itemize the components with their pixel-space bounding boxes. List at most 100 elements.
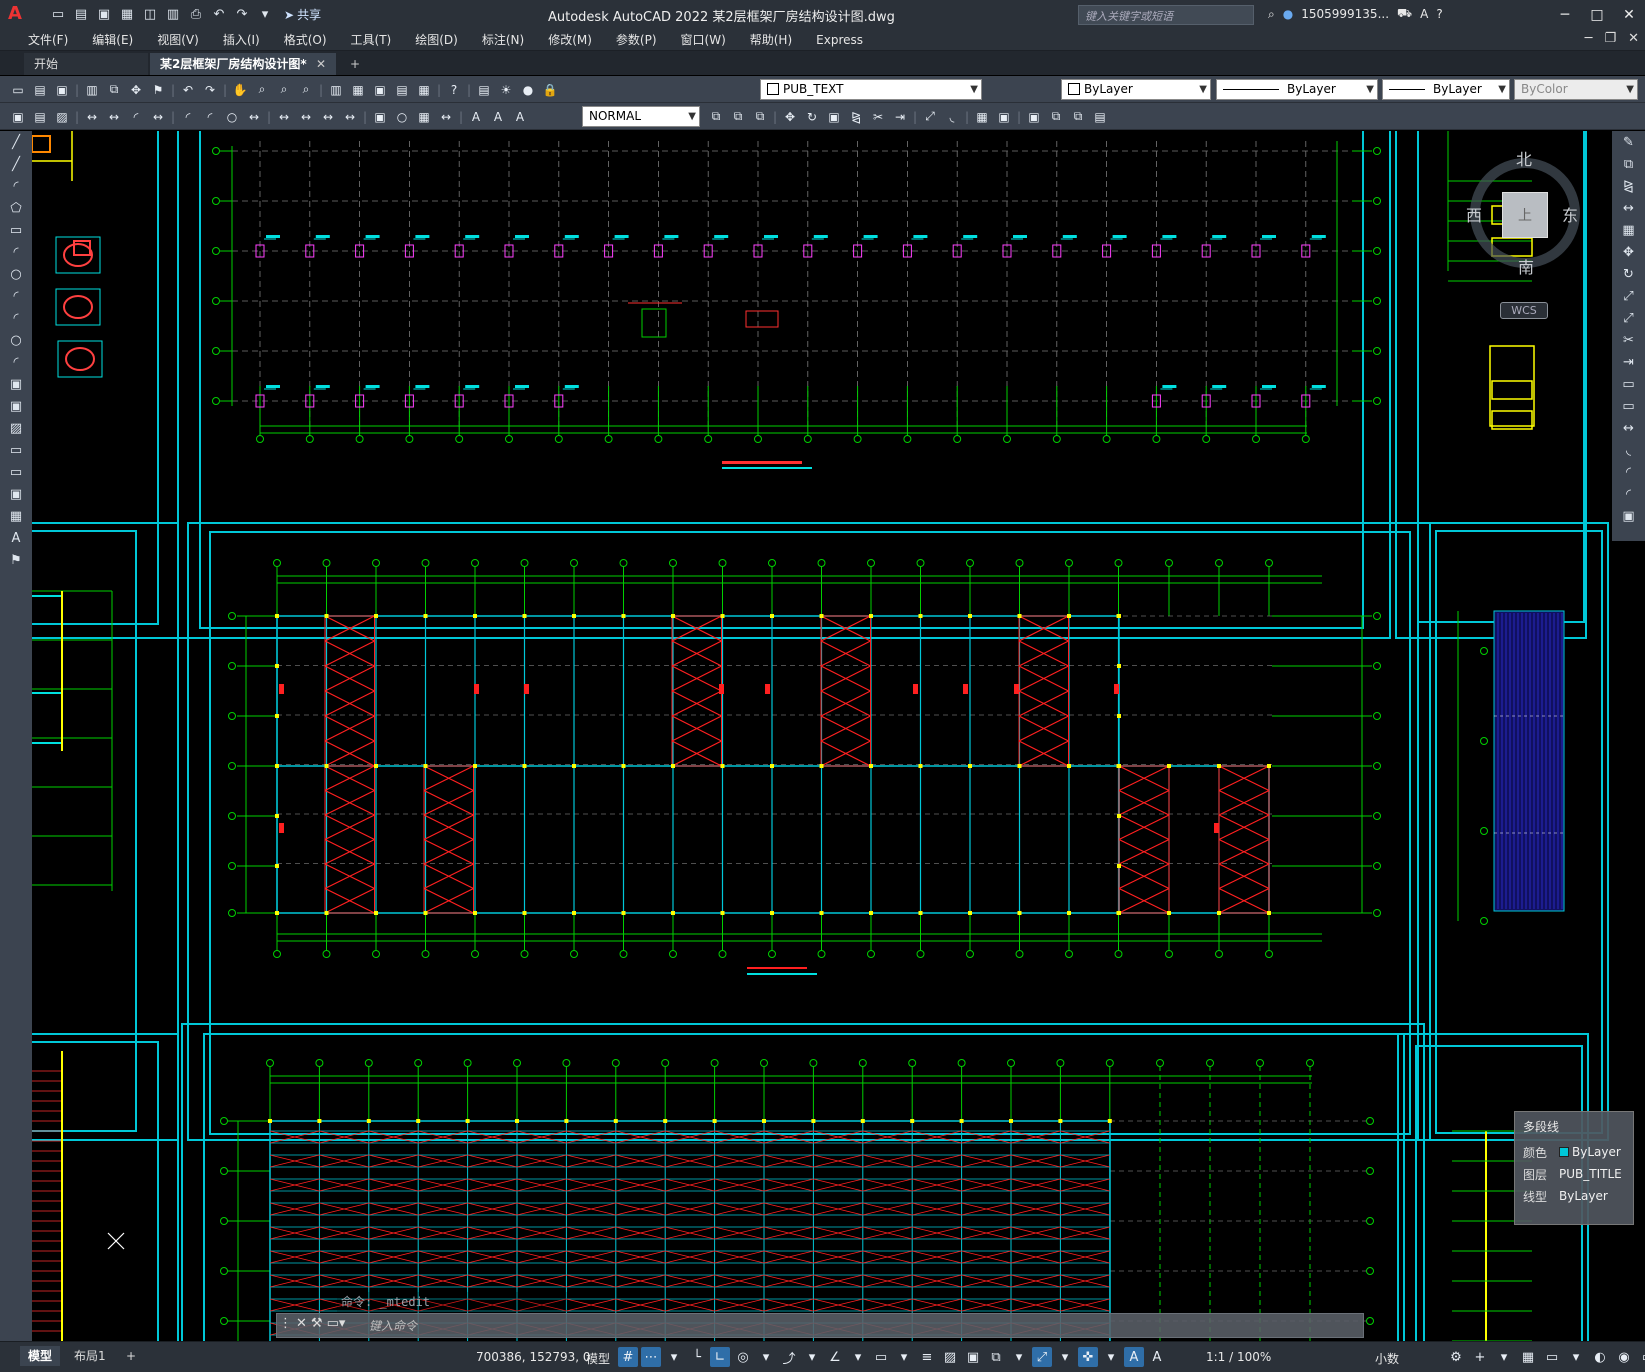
lock-icon[interactable]: 🔒 — [540, 80, 560, 100]
dim-icon[interactable]: ↔ — [340, 107, 360, 127]
ucs-icon[interactable]: ▭ — [871, 1347, 891, 1367]
chevron-down-icon[interactable]: ▾ — [664, 1347, 684, 1367]
tab-active-document[interactable]: 某2层框架厂房结构设计图* ✕ — [150, 53, 336, 75]
menu-item[interactable]: 插入(I) — [211, 32, 272, 48]
workspace-icon[interactable]: ▭ — [1542, 1347, 1562, 1367]
rect-icon[interactable]: ▭ — [0, 439, 32, 461]
plus-icon[interactable]: + — [1470, 1347, 1490, 1367]
customize-icon[interactable]: ▾ — [255, 5, 275, 25]
units-dropdown[interactable]: 小数 — [1375, 1350, 1399, 1367]
drawing-canvas[interactable] — [32, 131, 1612, 1341]
copy-icon[interactable]: ⧉ — [728, 107, 748, 127]
block-icon[interactable]: ▣ — [0, 483, 32, 505]
close-icon[interactable]: ✕ — [296, 1316, 307, 1331]
hatch-icon[interactable]: ▨ — [52, 107, 72, 127]
close-icon[interactable]: ✕ — [1613, 0, 1645, 29]
menu-item[interactable]: 参数(P) — [604, 32, 669, 48]
quick-properties-panel[interactable]: 多段线 颜色 ByLayer 图层 PUB_TITLE 线型 ByLayer — [1514, 1111, 1634, 1225]
print-icon[interactable]: ⎙ — [186, 5, 206, 25]
doc-minimize-icon[interactable]: ─ — [1585, 31, 1593, 46]
trim-icon[interactable]: ✂ — [868, 107, 888, 127]
arc-icon[interactable]: ◜ — [126, 107, 146, 127]
arc-icon[interactable]: ◜ — [0, 351, 32, 373]
circle-icon[interactable]: ○ — [222, 107, 242, 127]
help-icon[interactable]: ? — [1436, 7, 1442, 21]
redo-icon[interactable]: ↷ — [232, 5, 252, 25]
mirror-icon[interactable]: ⧎ — [1612, 175, 1645, 197]
undo-icon[interactable]: ↶ — [209, 5, 229, 25]
block-icon[interactable]: ▣ — [370, 107, 390, 127]
move-icon[interactable]: ✥ — [1612, 241, 1645, 263]
minimize-icon[interactable]: ─ — [1549, 0, 1581, 29]
annotation-scale[interactable]: 1:1 / 100% — [1206, 1350, 1271, 1364]
hardware-icon[interactable]: ◉ — [1614, 1347, 1634, 1367]
viewcube-west[interactable]: 西 — [1466, 202, 1482, 226]
annoauto-icon[interactable]: A — [1124, 1347, 1144, 1367]
bulb-icon[interactable]: ● — [518, 80, 538, 100]
dim-icon[interactable]: ↔ — [296, 107, 316, 127]
block-icon[interactable]: ▣ — [0, 395, 32, 417]
rect-icon[interactable]: ▭ — [0, 219, 32, 241]
mirror-icon[interactable]: ⧎ — [846, 107, 866, 127]
line-icon[interactable]: ╱ — [0, 153, 32, 175]
menu-item[interactable]: 标注(N) — [470, 32, 536, 48]
circle-icon[interactable]: ○ — [392, 107, 412, 127]
new-icon[interactable]: ▭ — [48, 5, 68, 25]
redo-icon[interactable]: ↷ — [200, 80, 220, 100]
tab-model[interactable]: 模型 — [20, 1346, 61, 1366]
pan-icon[interactable]: ✋ — [230, 80, 250, 100]
rotate-icon[interactable]: ↻ — [802, 107, 822, 127]
grid-icon[interactable]: # — [618, 1347, 638, 1367]
fillet-icon[interactable]: ◟ — [1612, 439, 1645, 461]
arc-icon[interactable]: ◜ — [1612, 461, 1645, 483]
block-icon[interactable]: ▣ — [1024, 107, 1044, 127]
layer-icon[interactable]: ▤ — [474, 80, 494, 100]
doc-restore-icon[interactable]: ❐ — [1604, 31, 1616, 46]
gizmo-icon[interactable]: ⤢ — [1032, 1347, 1052, 1367]
circle-icon[interactable]: ○ — [0, 329, 32, 351]
dyn-icon[interactable]: ∠ — [825, 1347, 845, 1367]
sel-icon[interactable]: ▣ — [963, 1347, 983, 1367]
viewcube-east[interactable]: 东 — [1562, 202, 1578, 226]
arc-icon[interactable]: ◜ — [0, 241, 32, 263]
user-label[interactable]: 1505999135... — [1301, 7, 1389, 21]
trim-icon[interactable]: ✂ — [1612, 329, 1645, 351]
dim-icon[interactable]: ↔ — [104, 107, 124, 127]
menu-item[interactable]: 格式(O) — [272, 32, 339, 48]
dim-icon[interactable]: ↔ — [244, 107, 264, 127]
annoscale-icon[interactable]: A — [1147, 1347, 1167, 1367]
rect-icon[interactable]: ▭ — [0, 461, 32, 483]
menu-item[interactable]: Express — [804, 32, 875, 48]
qp-row-layer[interactable]: 图层 PUB_TITLE — [1523, 1163, 1625, 1185]
rect-icon[interactable]: ▭ — [1612, 395, 1645, 417]
ortho-icon[interactable]: └ — [687, 1347, 707, 1367]
isolate-icon[interactable]: ◐ — [1590, 1347, 1610, 1367]
match-icon[interactable]: ⚑ — [0, 549, 32, 571]
layer-icon[interactable]: ▤ — [1090, 107, 1110, 127]
dim-icon[interactable]: ↔ — [318, 107, 338, 127]
copy-icon[interactable]: ⧉ — [1046, 107, 1066, 127]
text-icon[interactable]: A — [0, 527, 32, 549]
block-icon[interactable]: ▣ — [824, 107, 844, 127]
zoom-icon[interactable]: ⌕ — [252, 80, 272, 100]
3d-icon[interactable]: ⧉ — [986, 1347, 1006, 1367]
chevron-down-icon[interactable]: ▾ — [1494, 1347, 1514, 1367]
text-icon[interactable]: A — [488, 107, 508, 127]
qp-row-linetype[interactable]: 线型 ByLayer — [1523, 1185, 1625, 1207]
chevron-down-icon[interactable]: ▾ — [1009, 1347, 1029, 1367]
viewcube-south[interactable]: 南 — [1518, 254, 1534, 278]
save-icon[interactable]: ▣ — [94, 5, 114, 25]
lw-icon[interactable]: ≡ — [917, 1347, 937, 1367]
chevron-down-icon[interactable]: ▾ — [756, 1347, 776, 1367]
viewcube[interactable]: 上 北 西 东 南 — [1466, 146, 1584, 277]
settings-icon[interactable]: ⚙ — [1446, 1347, 1466, 1367]
menu-item[interactable]: 窗口(W) — [669, 32, 738, 48]
menu-item[interactable]: 编辑(E) — [80, 32, 145, 48]
osnap-icon[interactable]: ⤴ — [779, 1347, 799, 1367]
copy-icon[interactable]: ⧉ — [1068, 107, 1088, 127]
dim-icon[interactable]: ↔ — [1612, 417, 1645, 439]
scale-icon[interactable]: ⤢ — [1612, 307, 1645, 329]
cart-icon[interactable]: ⛟ — [1397, 6, 1412, 22]
user-icon[interactable]: ● — [1283, 7, 1293, 21]
command-input[interactable]: 键入命令 — [369, 1317, 1349, 1335]
